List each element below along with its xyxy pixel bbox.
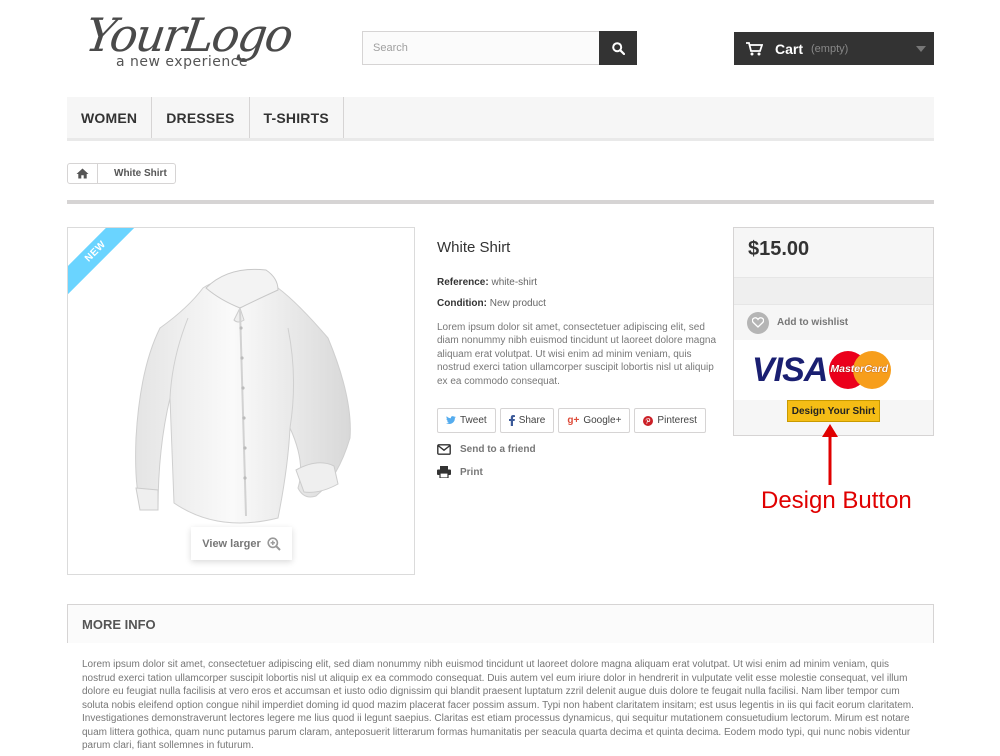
print-link[interactable]: Print	[437, 466, 483, 478]
wishlist-label: Add to wishlist	[777, 317, 849, 328]
white-shirt-image	[135, 268, 351, 524]
mastercard-logo: MasterCard	[829, 351, 892, 389]
google-plus-label: Google+	[583, 415, 622, 426]
store-logo[interactable]: YourLogo a new experience	[82, 8, 306, 74]
pinterest-label: Pinterest	[657, 415, 697, 426]
share-label: Share	[518, 415, 546, 426]
main-menu: WOMEN DRESSES T-SHIRTS	[67, 97, 934, 141]
divider	[67, 200, 934, 204]
breadcrumb: White Shirt	[67, 163, 176, 184]
annotation-arrow-icon	[822, 424, 838, 485]
cart-icon	[746, 41, 763, 55]
cart-status: (empty)	[811, 42, 849, 55]
chevron-down-icon	[916, 46, 926, 52]
menu-item-t-shirts[interactable]: T-SHIRTS	[250, 97, 344, 138]
menu-item-women[interactable]: WOMEN	[67, 97, 153, 138]
twitter-icon	[446, 416, 456, 425]
product-title: White Shirt	[437, 239, 511, 256]
condition-value: New product	[489, 298, 546, 309]
breadcrumb-home[interactable]	[68, 164, 98, 183]
annotation-label: Design Button	[761, 487, 912, 514]
add-to-wishlist-link[interactable]: Add to wishlist	[734, 304, 933, 340]
zoom-in-icon	[267, 536, 281, 551]
product-image[interactable]: NEW	[67, 227, 415, 575]
reference-label: Reference:	[437, 277, 489, 288]
cart-label: Cart	[775, 40, 804, 57]
tweet-button[interactable]: Tweet	[437, 408, 496, 433]
condition-label: Condition:	[437, 298, 487, 309]
send-to-friend-link[interactable]: Send to a friend	[437, 444, 536, 455]
google-plus-button[interactable]: g+ Google+	[558, 408, 631, 433]
view-larger-button[interactable]: View larger	[191, 527, 292, 560]
social-share: Tweet Share g+ Google+ Pinterest	[437, 408, 706, 433]
google-plus-icon: g+	[567, 415, 580, 426]
product-price: $15.00	[734, 228, 933, 277]
more-info-text: Lorem ipsum dolor sit amet, consectetuer…	[82, 659, 914, 751]
visa-logo: VISA	[752, 350, 828, 389]
home-icon	[76, 168, 89, 179]
breadcrumb-current: White Shirt	[114, 168, 167, 179]
mastercard-text: MasterCard	[830, 363, 889, 375]
pinterest-button[interactable]: Pinterest	[634, 408, 706, 433]
more-info-heading: MORE INFO	[67, 604, 934, 643]
cart-button[interactable]: Cart (empty)	[734, 32, 934, 65]
view-larger-label: View larger	[202, 537, 261, 550]
facebook-icon	[508, 415, 515, 426]
envelope-icon	[437, 444, 451, 455]
printer-icon	[437, 466, 451, 478]
buy-box: $15.00 Add to wishlist VISA MasterCard D…	[733, 227, 934, 436]
design-your-shirt-button[interactable]: Design Your Shirt	[787, 400, 880, 422]
search-input[interactable]	[363, 32, 599, 64]
send-to-friend-label: Send to a friend	[460, 444, 536, 455]
menu-item-dresses[interactable]: DRESSES	[152, 97, 250, 138]
share-button[interactable]: Share	[499, 408, 555, 433]
search-icon	[611, 41, 625, 55]
print-label: Print	[460, 466, 483, 478]
search-bar	[362, 31, 637, 65]
tweet-label: Tweet	[460, 415, 487, 426]
heart-icon	[747, 311, 769, 334]
buy-box-spacer	[734, 277, 933, 304]
product-condition: Condition: New product	[437, 298, 546, 309]
search-button[interactable]	[599, 31, 637, 65]
reference-value: white-shirt	[491, 277, 538, 288]
product-reference: Reference: white-shirt	[437, 277, 537, 288]
logo-tagline: a new experience	[116, 54, 249, 70]
payment-cards: VISA MasterCard	[734, 340, 933, 400]
pinterest-icon	[643, 415, 654, 426]
product-description: Lorem ipsum dolor sit amet, consectetuer…	[437, 322, 717, 387]
